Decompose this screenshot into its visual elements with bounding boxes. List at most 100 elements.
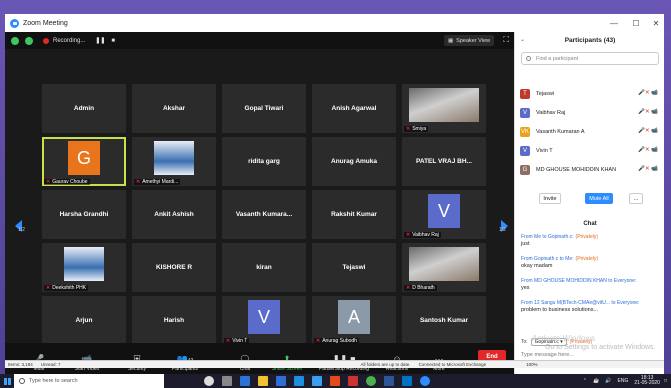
video-tile[interactable]: ✕ Smiya	[402, 84, 486, 133]
volume-icon[interactable]: 🔊	[605, 378, 611, 384]
clock[interactable]: 18:13 21-05-2020	[634, 375, 660, 387]
language-indicator[interactable]: ENG	[618, 378, 629, 384]
muted-mic-camera-icon: 🎤✕ 📹	[638, 109, 658, 115]
tile-participant-name: Vasanth Kumara...	[235, 211, 293, 218]
video-tile[interactable]: Vasanth Kumara...	[222, 190, 306, 239]
tile-label-text: Deekshith PHK	[52, 285, 87, 291]
video-tile[interactable]: A ✕ Anurag Subodh	[312, 296, 396, 345]
participant-search-input[interactable]: Find a participant	[521, 52, 659, 65]
wifi-icon[interactable]: ☕	[593, 378, 599, 384]
stop-recording-icon[interactable]: ■	[111, 38, 115, 44]
invite-button[interactable]: Invite	[539, 193, 561, 204]
tile-name-label: ✕ Smiya	[404, 126, 429, 132]
encryption-shield-icon[interactable]	[11, 36, 19, 45]
video-tile[interactable]: ✕ D Bharath	[402, 243, 486, 292]
participant-row[interactable]: V Vivin T 🎤✕ 📹	[520, 143, 658, 158]
tile-participant-name: Harish	[163, 317, 185, 324]
cortana-icon[interactable]	[204, 376, 214, 386]
store-icon[interactable]	[276, 376, 286, 386]
video-tile[interactable]: PATEL VRAJ BH...	[402, 137, 486, 186]
video-tile[interactable]: ✕ Amethyi Mardi...	[132, 137, 216, 186]
outlook-status-bar: Items: 3,184 Unread: 7 All folders are u…	[5, 360, 664, 368]
video-tile[interactable]: V ✕ Vivin T	[222, 296, 306, 345]
participants-more-button[interactable]: ...	[629, 193, 643, 204]
speaker-view-button[interactable]: ▦ Speaker View	[443, 35, 494, 46]
powerpoint-icon[interactable]	[330, 376, 340, 386]
chat-sender: From MD GHOUSE MOHIDDIN KHAN to Everyone…	[521, 278, 637, 284]
taskbar-search-input[interactable]: Type here to search	[14, 374, 164, 388]
video-tile[interactable]: Akshar	[132, 84, 216, 133]
video-tile[interactable]: Anurag Amuka	[312, 137, 396, 186]
avatar: T	[520, 88, 530, 99]
windows-start-icon[interactable]	[0, 374, 14, 388]
avatar: G	[68, 141, 100, 175]
tile-participant-name: Akshar	[162, 105, 186, 112]
page-indicator-left: 1/2	[18, 227, 25, 233]
video-tile[interactable]: Harish	[132, 296, 216, 345]
chat-message: From MD GHOUSE MOHIDDIN KHAN to Everyone…	[521, 278, 661, 291]
video-tile[interactable]: Admin	[42, 84, 126, 133]
video-tile[interactable]: kiran	[222, 243, 306, 292]
task-view-icon[interactable]	[222, 376, 232, 386]
video-grid: Admin Akshar Gopal Tiwari Anish Agarwal ✕ Smi…	[42, 84, 492, 345]
participant-row[interactable]: V Vaibhav Raj 🎤✕ 📹	[520, 105, 658, 120]
maximize-icon[interactable]: ☐	[625, 14, 647, 32]
video-tile[interactable]: Anish Agarwal	[312, 84, 396, 133]
chrome-icon[interactable]	[366, 376, 376, 386]
tile-label-text: Amethyi Mardi...	[142, 179, 179, 185]
tray-expand-icon[interactable]: ⌃	[583, 378, 587, 384]
app-red-icon[interactable]	[348, 376, 358, 386]
grid-icon: ▦	[447, 37, 454, 44]
tile-participant-name: Ankit Ashish	[154, 211, 194, 218]
tile-participant-name: Tejaswi	[342, 264, 366, 271]
mute-all-button[interactable]: Mute All	[585, 193, 613, 204]
video-tile[interactable]: Gopal Tiwari	[222, 84, 306, 133]
tile-label-text: D Bharath	[412, 285, 435, 291]
edge-icon[interactable]	[240, 376, 250, 386]
video-tile[interactable]: G ✕ Gaurav Choube	[42, 137, 126, 186]
meeting-toolbar: 🎤Mute 📹Start Video ⛨Security 👥43Particip…	[5, 343, 514, 374]
tile-participant-name: Gopal Tiwari	[244, 105, 284, 112]
video-tile[interactable]: Ankit Ashish	[132, 190, 216, 239]
speaker-view-label: Speaker View	[456, 37, 490, 44]
muted-mic-icon: ✕	[46, 285, 51, 291]
participant-row[interactable]: G MD GHOUSE MOHIDDIN KHAN 🎤✕ 📹	[520, 162, 658, 177]
participant-row[interactable]: VK Vasanth Kumaran A 🎤✕ 📹	[520, 124, 658, 139]
video-tile[interactable]: KISHORE R	[132, 243, 216, 292]
chat-body: okay madam	[521, 262, 553, 269]
pause-recording-icon[interactable]: ❚❚	[95, 37, 105, 44]
tile-name-label: ✕ D Bharath	[404, 285, 437, 291]
file-explorer-icon[interactable]	[258, 376, 268, 386]
muted-mic-icon: ✕	[406, 126, 411, 132]
notifications-icon[interactable]: □	[664, 378, 667, 384]
network-app-icon[interactable]	[312, 376, 322, 386]
video-tile[interactable]: Santosh Kumar	[402, 296, 486, 345]
tile-name-label: ✕ Gaurav Choube	[44, 179, 90, 185]
video-tile[interactable]: V ✕ Vaibhav Raj	[402, 190, 486, 239]
chat-body: yes	[521, 284, 530, 291]
video-tile[interactable]: ✕ Deekshith PHK	[42, 243, 126, 292]
fullscreen-icon[interactable]: ⛶	[503, 35, 509, 45]
video-tile[interactable]: Tejaswi	[312, 243, 396, 292]
profile-picture	[64, 247, 104, 281]
status-unread: Unread: 7	[40, 362, 61, 367]
status-zoom: 100%	[526, 362, 538, 367]
minimize-icon[interactable]: —	[603, 14, 625, 32]
chat-message-input[interactable]: Type message here...	[521, 352, 574, 358]
video-tile[interactable]: Rakshit Kumar	[312, 190, 396, 239]
outlook-icon[interactable]	[402, 376, 412, 386]
security-check-icon[interactable]	[25, 36, 33, 45]
dropbox-icon[interactable]	[294, 376, 304, 386]
tile-participant-name: Anurag Amuka	[331, 158, 377, 165]
collapse-chevron-icon[interactable]: ⌄	[520, 36, 525, 43]
word-icon[interactable]	[384, 376, 394, 386]
close-icon[interactable]: ✕	[645, 14, 664, 32]
zoom-taskbar-icon[interactable]	[420, 376, 430, 386]
page-indicator-right: 1/2	[499, 227, 506, 233]
video-tile[interactable]: Harsha Grandhi	[42, 190, 126, 239]
zoom-logo-icon	[10, 18, 19, 28]
video-tile[interactable]: Arjun	[42, 296, 126, 345]
tile-participant-name: Arjun	[75, 317, 93, 324]
participant-row[interactable]: T Tejaswi 🎤✕ 📹	[520, 86, 658, 101]
video-tile[interactable]: ridita garg	[222, 137, 306, 186]
